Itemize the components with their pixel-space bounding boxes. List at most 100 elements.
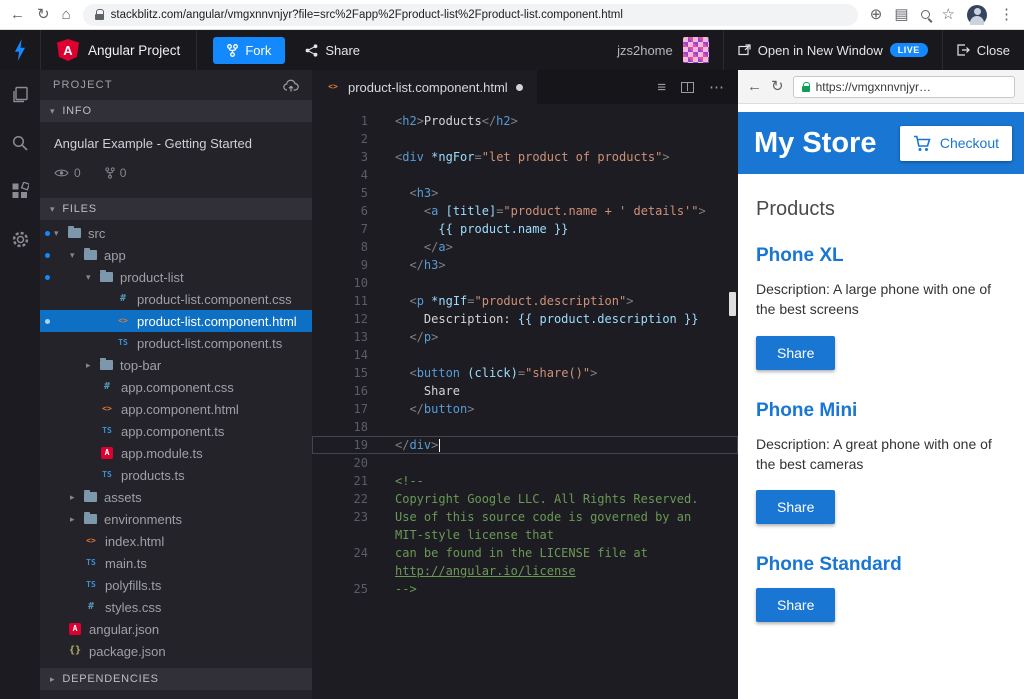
code-line[interactable]: 8 </a>	[312, 238, 738, 256]
code-area[interactable]: 1 <h2>Products</h2> 2 3 <div *ngFor="let pro…	[312, 104, 738, 699]
file-tree-item-product-list.component.ts[interactable]: TS product-list.component.ts	[40, 332, 312, 354]
file-tree-item-app.component.css[interactable]: # app.component.css	[40, 376, 312, 398]
file-tree-item-styles.css[interactable]: # styles.css	[40, 596, 312, 618]
dependencies-section-header[interactable]: ▸ DEPENDENCIES	[40, 668, 312, 690]
file-tree-item-src[interactable]: ▾ src	[40, 222, 312, 244]
settings-gear-icon[interactable]	[11, 230, 30, 249]
translate-icon[interactable]: ▤	[894, 7, 908, 22]
file-tree-item-environments[interactable]: ▸ environments	[40, 508, 312, 530]
bookmark-star-icon[interactable]: ☆	[942, 7, 955, 22]
code-line[interactable]: 6 <a [title]="product.name + ' details'"…	[312, 202, 738, 220]
back-icon[interactable]: ←	[10, 7, 25, 22]
file-tree-item-app.component.ts[interactable]: TS app.component.ts	[40, 420, 312, 442]
code-line[interactable]: 12 Description: {{ product.description }…	[312, 310, 738, 328]
checkout-button[interactable]: Checkout	[899, 125, 1012, 161]
project-brand[interactable]: A Angular Project	[40, 30, 198, 70]
code-line[interactable]: 24 can be found in the LICENSE file at	[312, 544, 738, 562]
info-section-header[interactable]: ▾ INFO	[40, 100, 312, 122]
code-text: </div>	[395, 438, 441, 452]
preview-url-bar[interactable]: https://vmgxnnvnjyr…	[792, 75, 1015, 98]
format-menu-icon[interactable]: ≡	[657, 80, 666, 95]
code-text: MIT-style license that	[395, 528, 554, 542]
file-tree-item-product-list.component.html[interactable]: <> product-list.component.html	[40, 310, 312, 332]
files-icon[interactable]	[11, 86, 29, 104]
file-tree-item-product-list[interactable]: ▾ product-list	[40, 266, 312, 288]
eye-icon	[54, 169, 69, 177]
file-tree-item-main.ts[interactable]: TS main.ts	[40, 552, 312, 574]
code-line[interactable]: 17 </button>	[312, 400, 738, 418]
open-new-window-button[interactable]: Open in New Window LIVE	[722, 30, 942, 70]
file-tree-item-assets[interactable]: ▸ assets	[40, 486, 312, 508]
file-tree-item-product-list.component.css[interactable]: # product-list.component.css	[40, 288, 312, 310]
upload-cloud-icon[interactable]	[283, 79, 299, 92]
code-line[interactable]: 11 <p *ngIf="product.description">	[312, 292, 738, 310]
code-line[interactable]: 25 -->	[312, 580, 738, 598]
lock-icon[interactable]	[94, 9, 105, 20]
code-line[interactable]: http://angular.io/license	[312, 562, 738, 580]
editor-tab[interactable]: <> product-list.component.html	[312, 70, 537, 104]
code-line[interactable]: 14	[312, 346, 738, 364]
code-line[interactable]: 10	[312, 274, 738, 292]
code-line[interactable]: 4	[312, 166, 738, 184]
share-button[interactable]: Share	[756, 588, 836, 623]
code-text: </button>	[409, 402, 475, 416]
code-line[interactable]: 19 </div>	[312, 436, 738, 454]
file-tree-item-app.module.ts[interactable]: Aapp.module.ts	[40, 442, 312, 464]
code-line[interactable]: 16 Share	[312, 382, 738, 400]
code-line[interactable]: 22 Copyright Google LLC. All Rights Reser…	[312, 490, 738, 508]
code-line[interactable]: MIT-style license that	[312, 526, 738, 544]
file-tree-item-angular.json[interactable]: Aangular.json	[40, 618, 312, 640]
share-menu-item[interactable]: Share	[305, 43, 360, 58]
add-circle-icon[interactable]: ⊕	[870, 7, 883, 22]
extensions-icon[interactable]	[11, 182, 29, 200]
share-button[interactable]: Share	[756, 490, 836, 525]
close-exit-icon	[957, 44, 970, 56]
code-line[interactable]: 1 <h2>Products</h2>	[312, 112, 738, 130]
split-editor-icon[interactable]	[681, 81, 694, 93]
product-name-link[interactable]: Phone Mini	[756, 400, 1006, 422]
bolt-icon	[14, 39, 26, 61]
code-line[interactable]: 9 </h3>	[312, 256, 738, 274]
file-tree-item-polyfills.ts[interactable]: TS polyfills.ts	[40, 574, 312, 596]
close-button[interactable]: Close	[941, 30, 1024, 70]
code-line[interactable]: 13 </p>	[312, 328, 738, 346]
code-line[interactable]: 20	[312, 454, 738, 472]
share-button[interactable]: Share	[756, 335, 836, 370]
file-tree-item-package.json[interactable]: {} package.json	[40, 640, 312, 662]
code-line[interactable]: 23 Use of this source code is governed by…	[312, 508, 738, 526]
code-line[interactable]: 7 {{ product.name }}	[312, 220, 738, 238]
search-icon[interactable]	[11, 134, 29, 152]
file-tree-item-app.component.html[interactable]: <> app.component.html	[40, 398, 312, 420]
username[interactable]: jzs2home	[617, 43, 673, 58]
file-tree-item-products.ts[interactable]: TS products.ts	[40, 464, 312, 486]
zoom-icon[interactable]	[920, 10, 930, 19]
more-actions-icon[interactable]: ⋯	[709, 80, 724, 95]
code-line[interactable]: 18	[312, 418, 738, 436]
browser-toolbar: ← ↻ ⌂ stackblitz.com/angular/vmgxnnvnjyr…	[0, 0, 1024, 30]
code-line[interactable]: 3 <div *ngFor="let product of products">	[312, 148, 738, 166]
browser-menu-icon[interactable]: ⋮	[999, 7, 1014, 22]
user-avatar[interactable]	[682, 37, 709, 63]
stackblitz-logo[interactable]	[0, 39, 40, 61]
editor-scrollbar[interactable]	[729, 292, 736, 316]
preview-back-icon[interactable]: ←	[747, 79, 762, 94]
code-line[interactable]: 2	[312, 130, 738, 148]
preview-refresh-icon[interactable]: ↻	[771, 79, 784, 94]
code-line[interactable]: 15 <button (click)="share()">	[312, 364, 738, 382]
browser-profile-avatar[interactable]	[967, 4, 987, 25]
ts-file-icon: TS	[102, 470, 112, 479]
fork-button[interactable]: Fork	[213, 36, 286, 64]
file-tree-item-top-bar[interactable]: ▸ top-bar	[40, 354, 312, 376]
code-line[interactable]: 5 <h3>	[312, 184, 738, 202]
address-bar[interactable]: stackblitz.com/angular/vmgxnnvnjyr?file=…	[82, 3, 858, 26]
product-name-link[interactable]: Phone XL	[756, 245, 1006, 267]
files-section-header[interactable]: ▾ FILES	[40, 198, 312, 220]
code-line[interactable]: 21 <!--	[312, 472, 738, 490]
reload-icon[interactable]: ↻	[37, 7, 50, 22]
product-name-link[interactable]: Phone Standard	[756, 554, 1006, 576]
file-tree-item-app[interactable]: ▾ app	[40, 244, 312, 266]
file-tree-item-index.html[interactable]: <> index.html	[40, 530, 312, 552]
home-icon[interactable]: ⌂	[62, 7, 71, 22]
code-text: </p>	[409, 330, 439, 344]
share-label: Share	[325, 42, 361, 58]
